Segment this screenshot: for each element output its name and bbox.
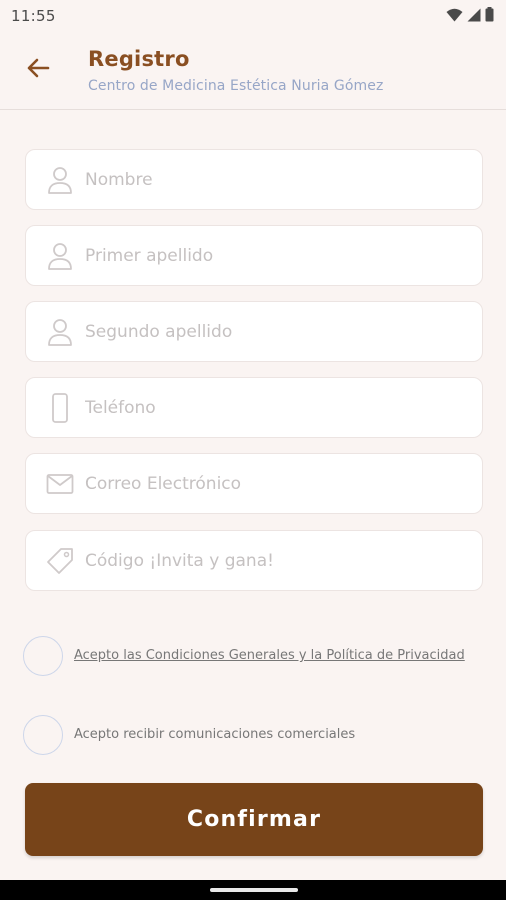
email-field[interactable] — [25, 453, 483, 514]
back-button[interactable] — [20, 56, 56, 84]
app-bar: Registro Centro de Medicina Estética Nur… — [0, 32, 506, 110]
invite-code-input[interactable] — [85, 540, 445, 581]
status-icons — [446, 6, 494, 26]
home-gesture-handle[interactable] — [210, 888, 298, 892]
status-bar: 11:55 — [0, 0, 506, 32]
person-icon — [45, 317, 75, 347]
marketing-checkbox[interactable] — [23, 715, 63, 755]
terms-checkbox[interactable] — [23, 636, 63, 676]
ticket-icon — [45, 546, 75, 576]
first-surname-input[interactable] — [85, 235, 445, 276]
first-name-field[interactable] — [25, 149, 483, 210]
second-surname-input[interactable] — [85, 311, 445, 352]
mail-icon — [45, 469, 75, 499]
first-name-input[interactable] — [85, 159, 445, 200]
status-time: 11:55 — [11, 7, 56, 25]
terms-row: Acepto las Condiciones Generales y la Po… — [23, 636, 483, 676]
confirm-button[interactable]: Confirmar — [25, 783, 483, 856]
battery-icon — [485, 6, 494, 26]
marketing-row: Acepto recibir comunicaciones comerciale… — [23, 715, 483, 755]
person-icon — [45, 241, 75, 271]
arrow-left-icon — [26, 58, 50, 82]
phone-icon — [45, 392, 75, 423]
page-subtitle: Centro de Medicina Estética Nuria Gómez — [88, 78, 384, 94]
phone-input[interactable] — [85, 387, 445, 428]
invite-code-field[interactable] — [25, 530, 483, 591]
navigation-bar — [0, 880, 506, 900]
first-surname-field[interactable] — [25, 225, 483, 286]
wifi-icon — [446, 7, 463, 26]
phone-field[interactable] — [25, 377, 483, 438]
person-icon — [45, 165, 75, 195]
page-title: Registro — [88, 47, 190, 71]
terms-link[interactable]: Acepto las Condiciones Generales y la Po… — [74, 647, 465, 665]
second-surname-field[interactable] — [25, 301, 483, 362]
signal-icon — [467, 7, 481, 26]
email-input[interactable] — [85, 463, 445, 504]
marketing-label: Acepto recibir comunicaciones comerciale… — [74, 727, 356, 742]
